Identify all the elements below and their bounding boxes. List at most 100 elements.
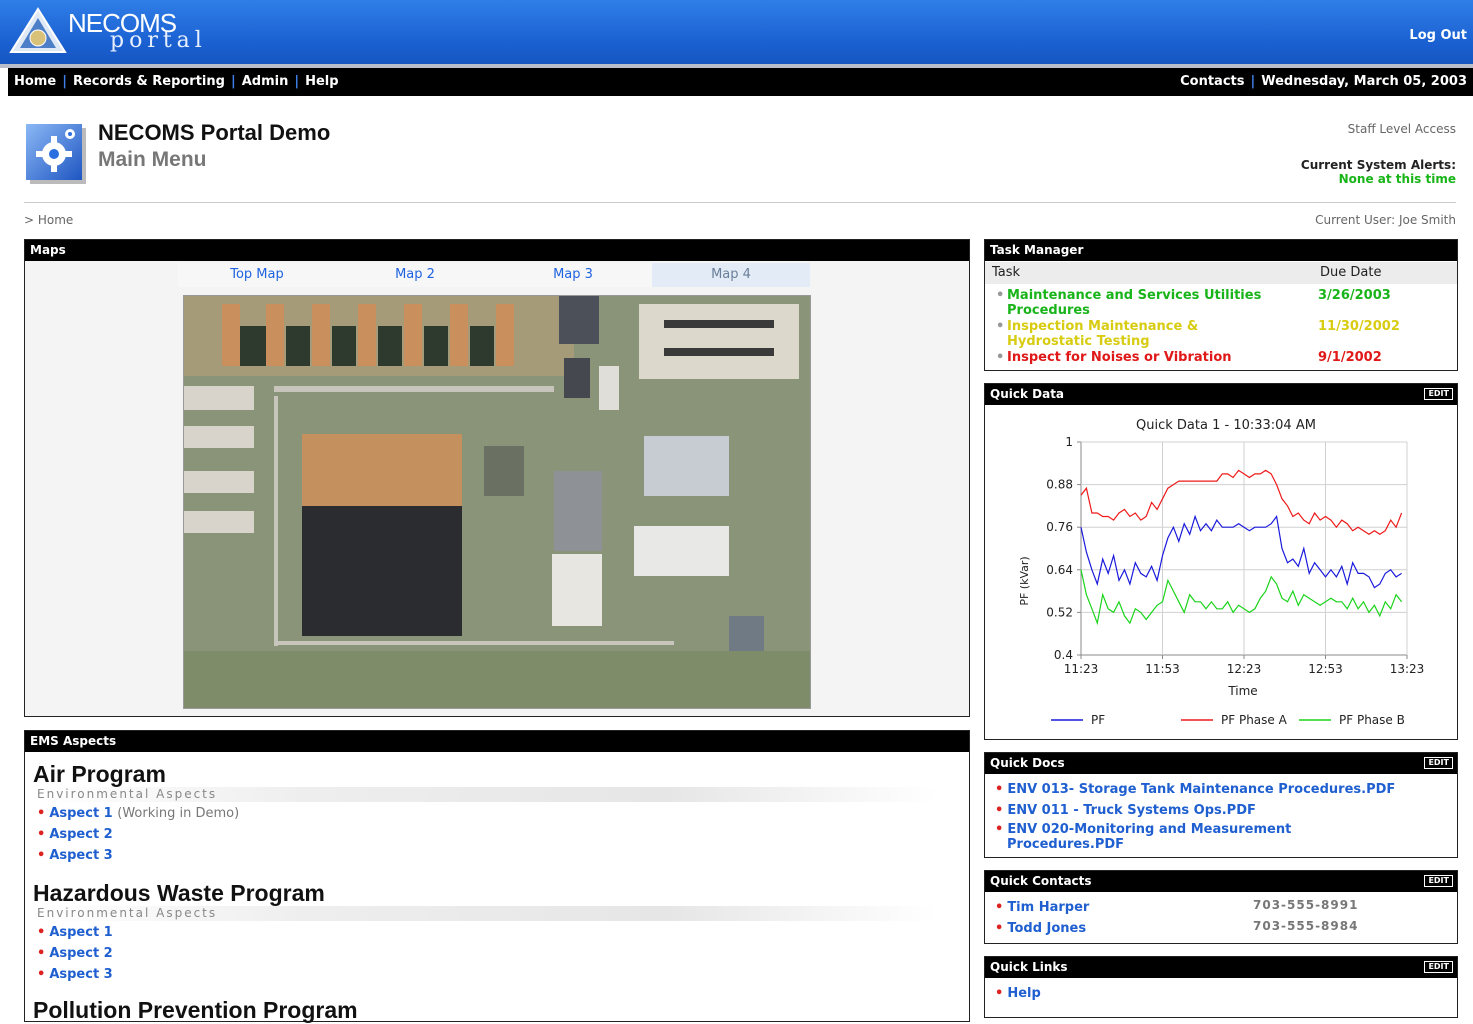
bullet: • bbox=[996, 288, 1005, 303]
edit-button[interactable]: EDIT bbox=[1424, 961, 1453, 973]
tab-map-2[interactable]: Map 2 bbox=[336, 263, 494, 287]
chart-x-tick-label: 11:23 bbox=[1064, 662, 1099, 676]
quick-links-title: Quick Links EDIT bbox=[985, 957, 1457, 978]
aspect-link[interactable]: • Aspect 3 bbox=[37, 848, 113, 863]
aspect-link[interactable]: • Aspect 1 bbox=[37, 925, 113, 940]
chart-x-tick-label: 12:23 bbox=[1227, 662, 1262, 676]
chart-y-tick-label: 1 bbox=[1065, 435, 1073, 449]
doc-label: ENV 013- Storage Tank Maintenance Proced… bbox=[1007, 782, 1396, 797]
aspect-label: Aspect 2 bbox=[49, 946, 113, 961]
page-subtitle: Main Menu bbox=[98, 148, 207, 171]
contact-name: Tim Harper bbox=[1007, 900, 1090, 915]
program-subtitle: Environmental Aspects bbox=[37, 906, 937, 921]
chart-x-tick-label: 13:23 bbox=[1390, 662, 1425, 676]
nav-help[interactable]: Help bbox=[305, 74, 338, 89]
chart-title: Quick Data 1 - 10:33:04 AM bbox=[1136, 418, 1316, 433]
legend-label: PF Phase B bbox=[1339, 713, 1405, 727]
nav-separator: | bbox=[62, 74, 67, 89]
contact-phone: 703-555-8991 bbox=[1253, 898, 1359, 912]
alerts-label: Current System Alerts: bbox=[1300, 158, 1456, 172]
maps-panel: Maps Top Map Map 2 Map 3 Map 4 bbox=[24, 239, 970, 717]
tab-map-4[interactable]: Map 4 bbox=[652, 263, 810, 287]
logout-link[interactable]: Log Out bbox=[1409, 28, 1467, 43]
quick-contacts-title: Quick Contacts EDIT bbox=[985, 871, 1457, 892]
quick-links-label: Quick Links bbox=[990, 960, 1068, 974]
aspect-link[interactable]: • Aspect 1 (Working in Demo) bbox=[37, 806, 239, 821]
chart-y-axis-label: PF (kVar) bbox=[1018, 556, 1031, 605]
contact-link[interactable]: • Todd Jones bbox=[995, 921, 1086, 936]
tab-top-map[interactable]: Top Map bbox=[178, 263, 336, 287]
chart-y-tick-label: 0.88 bbox=[1046, 478, 1073, 492]
contact-phone: 703-555-8984 bbox=[1253, 919, 1359, 933]
quick-docs-title: Quick Docs EDIT bbox=[985, 753, 1457, 774]
chart-y-tick-label: 0.64 bbox=[1046, 563, 1073, 577]
main-navbar: Home | Records & Reporting | Admin | Help Cont… bbox=[8, 68, 1473, 96]
aspect-label: Aspect 1 bbox=[49, 806, 113, 821]
legend-label: PF bbox=[1091, 713, 1105, 727]
help-link[interactable]: • Help bbox=[995, 986, 1041, 1001]
task-due: 11/30/2002 bbox=[1318, 319, 1400, 334]
program-title: Hazardous Waste Program bbox=[33, 880, 325, 906]
quick-data-label: Quick Data bbox=[990, 387, 1065, 401]
nav-right: Contacts | Wednesday, March 05, 2003 bbox=[1180, 74, 1467, 89]
doc-link[interactable]: • ENV 020-Monitoring and Measurement Proc… bbox=[995, 822, 1337, 852]
aerial-map-image[interactable] bbox=[183, 295, 811, 709]
bullet: • bbox=[37, 967, 46, 982]
edit-button[interactable]: EDIT bbox=[1424, 875, 1453, 887]
aspect-label: Aspect 2 bbox=[49, 827, 113, 842]
quick-data-panel: Quick Data EDIT Quick Data 1 - 10:33:04 A… bbox=[984, 383, 1458, 740]
aspect-link[interactable]: • Aspect 3 bbox=[37, 967, 113, 982]
chart-x-tick-label: 12:53 bbox=[1308, 662, 1343, 676]
page-title: NECOMS Portal Demo bbox=[98, 120, 331, 145]
task-name: Maintenance and Services Utilities Proce… bbox=[1007, 288, 1262, 318]
chart-series-pf-phase-a bbox=[1080, 469, 1403, 536]
edit-button[interactable]: EDIT bbox=[1424, 757, 1453, 769]
aspect-label: Aspect 3 bbox=[49, 848, 113, 863]
nav-separator: | bbox=[230, 74, 236, 89]
bullet: • bbox=[37, 946, 46, 961]
quick-links-panel: Quick Links EDIT • Help bbox=[984, 956, 1458, 1018]
alerts-value: None at this time bbox=[1338, 172, 1456, 186]
quick-contacts-label: Quick Contacts bbox=[990, 874, 1092, 888]
bullet: • bbox=[995, 900, 1004, 915]
necoms-logo-icon bbox=[9, 7, 67, 53]
aspect-note: (Working in Demo) bbox=[117, 806, 240, 821]
contact-link[interactable]: • Tim Harper bbox=[995, 900, 1089, 915]
quick-data-title: Quick Data EDIT bbox=[985, 384, 1457, 405]
bullet: • bbox=[37, 827, 46, 842]
task-table-header: Task Due Date bbox=[985, 262, 1457, 284]
task-due: 9/1/2002 bbox=[1318, 350, 1382, 365]
aspect-link[interactable]: • Aspect 2 bbox=[37, 946, 113, 961]
current-date: Wednesday, March 05, 2003 bbox=[1261, 74, 1467, 89]
chart-series-pf-phase-b bbox=[1080, 569, 1403, 626]
gear-icon bbox=[26, 124, 86, 184]
edit-button[interactable]: EDIT bbox=[1424, 388, 1453, 400]
aspect-link[interactable]: • Aspect 2 bbox=[37, 827, 113, 842]
top-header: NECOMS portal Log Out bbox=[0, 0, 1473, 64]
program-title: Pollution Prevention Program bbox=[33, 997, 358, 1023]
bullet: • bbox=[995, 986, 1004, 1001]
bullet: • bbox=[996, 319, 1005, 334]
doc-link[interactable]: • ENV 013- Storage Tank Maintenance Proce… bbox=[995, 782, 1395, 797]
chart-y-tick-label: 0.4 bbox=[1054, 648, 1073, 662]
aspect-label: Aspect 1 bbox=[49, 925, 113, 940]
system-alerts: Current System Alerts: None at this time bbox=[1301, 158, 1456, 186]
bullet: • bbox=[37, 925, 46, 940]
nav-contacts[interactable]: Contacts bbox=[1180, 74, 1244, 89]
nav-left: Home | Records & Reporting | Admin | Help bbox=[14, 74, 339, 89]
chart-y-tick-label: 0.76 bbox=[1046, 520, 1073, 534]
aspect-label: Aspect 3 bbox=[49, 967, 113, 982]
breadcrumb[interactable]: > Home bbox=[24, 213, 73, 227]
doc-link[interactable]: • ENV 011 - Truck Systems Ops.PDF bbox=[995, 803, 1256, 818]
tab-map-3[interactable]: Map 3 bbox=[494, 263, 652, 287]
task-name: Inspection Maintenance & Hydrostatic Tes… bbox=[1007, 319, 1199, 349]
nav-home[interactable]: Home bbox=[14, 74, 56, 89]
quick-docs-panel: Quick Docs EDIT • ENV 013- Storage Tank Ma… bbox=[984, 752, 1458, 858]
task-manager-panel: Task Manager Task Due Date • Maintenance… bbox=[984, 239, 1458, 371]
quick-data-chart: Quick Data 1 - 10:33:04 AM PF (kVar) Tim… bbox=[1018, 418, 1425, 727]
bullet: • bbox=[996, 350, 1005, 365]
chart-x-tick-label: 11:53 bbox=[1145, 662, 1180, 676]
nav-admin[interactable]: Admin bbox=[242, 74, 289, 89]
nav-records-reporting[interactable]: Records & Reporting bbox=[73, 74, 225, 89]
doc-label: ENV 011 - Truck Systems Ops.PDF bbox=[1007, 803, 1256, 818]
